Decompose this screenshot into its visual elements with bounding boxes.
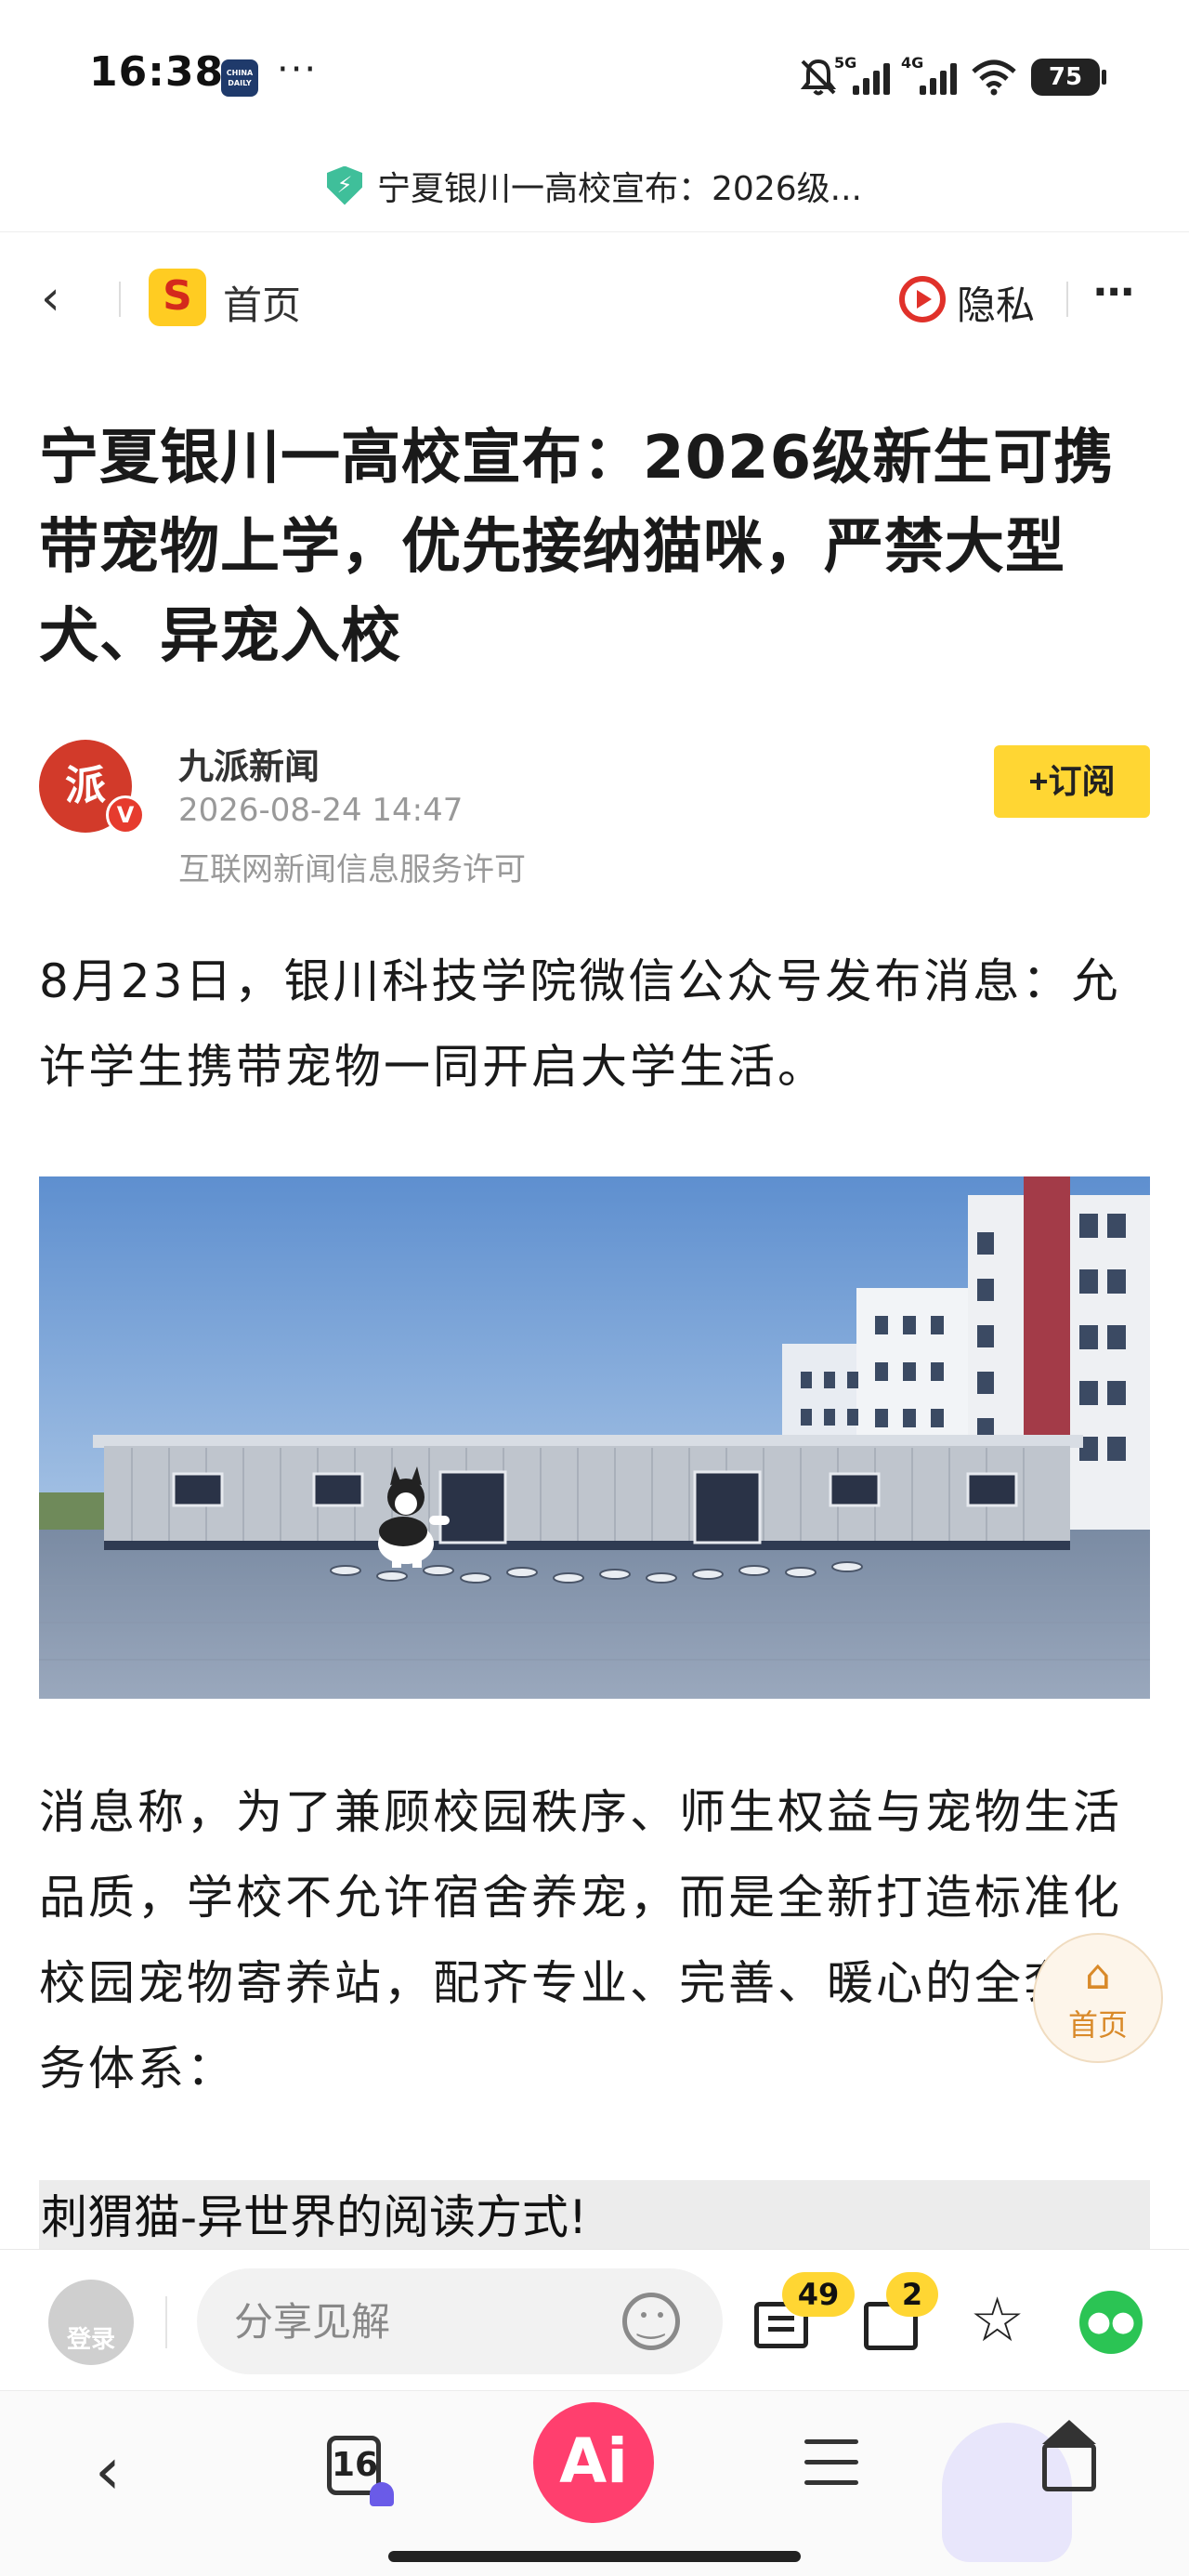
back-chevron-icon[interactable]: ‹ [41, 270, 60, 326]
subscribe-button[interactable]: +订阅 [994, 745, 1150, 818]
promo-banner[interactable]: 刺猬猫-异世界的阅读方式! [39, 2180, 1150, 2254]
home-icon: ⌂ [1085, 1952, 1111, 1999]
address-bar-title[interactable]: 宁夏银川一高校宣布：2026级... [377, 162, 862, 210]
more-menu-icon[interactable]: ··· [1092, 269, 1135, 316]
star-icon[interactable]: ☆ [970, 2283, 1025, 2358]
home-icon[interactable] [1042, 2420, 1096, 2491]
site-nav-bar: ‹ S 首页 隐私 ··· [0, 237, 1189, 358]
like-count-badge: 2 [886, 2272, 938, 2317]
campus-pet-station-illustration [39, 1176, 1150, 1699]
divider [119, 282, 121, 317]
wifi-icon [972, 59, 1016, 96]
signal-5g-icon: 5G [834, 54, 890, 95]
signal-5g-label: 5G [834, 54, 857, 72]
china-daily-app-icon: CHINA DAILY [221, 59, 258, 97]
address-bar[interactable]: ⚡ 宁夏银川一高校宣布：2026级... [0, 139, 1189, 232]
floating-home-button[interactable]: ⌂ 首页 [1033, 1933, 1163, 2063]
wechat-share-icon[interactable]: ●● [1079, 2291, 1143, 2354]
battery-indicator: 75 [1031, 59, 1106, 96]
divider [1066, 282, 1068, 317]
secure-shield-icon: ⚡ [327, 165, 363, 205]
author-name[interactable]: 九派新闻 [178, 738, 320, 789]
status-time: 16:38 [89, 48, 225, 96]
signal-4g-label: 4G [901, 54, 924, 72]
license-text: 互联网新闻信息服务许可 [178, 851, 526, 888]
article-title: 宁夏银川一高校宣布：2026级新生可携带宠物上学，优先接纳猫咪，严禁大型犬、异宠… [39, 424, 1115, 671]
back-icon[interactable]: ‹ [95, 2434, 121, 2508]
comment-bar: 登录 49 2 ☆ ●● [0, 2249, 1189, 2388]
verified-badge-icon: V [106, 795, 145, 835]
nav-privacy-link[interactable]: 隐私 [957, 274, 1035, 331]
gesture-bar[interactable] [388, 2551, 801, 2562]
signal-4g-icon: 4G [901, 54, 957, 95]
article-paragraph: 消息称，为了兼顾校园秩序、师生权益与宠物生活品质，学校不允许宿舍养宠，而是全新打… [39, 1785, 1122, 2096]
login-avatar[interactable]: 登录 [48, 2280, 134, 2365]
more-notifications-icon: ··· [277, 48, 319, 91]
bottom-nav: ‹ 16 Ai [0, 2390, 1189, 2576]
status-bar: 16:38 CHINA DAILY ··· 5G 4G 75 [0, 0, 1189, 139]
status-icons: 5G 4G 75 [797, 54, 1106, 100]
ai-assistant-button[interactable]: Ai [533, 2402, 654, 2523]
emoji-icon[interactable] [622, 2293, 680, 2350]
nav-home-link[interactable]: 首页 [223, 274, 301, 331]
article-paragraph: 8月23日，银川科技学院微信公众号发布消息：允许学生携带宠物一同开启大学生活。 [39, 954, 1121, 1094]
privacy-play-icon[interactable] [899, 276, 946, 322]
ghost-icon [370, 2482, 394, 2506]
publish-time: 2026-08-24 14:47 [178, 792, 464, 829]
floating-home-label: 首页 [1067, 2007, 1128, 2043]
divider [165, 2296, 167, 2348]
article-image[interactable] [39, 1176, 1150, 1699]
comment-count-badge: 49 [782, 2272, 855, 2317]
sohu-logo-icon[interactable]: S [149, 269, 206, 326]
menu-icon[interactable] [804, 2439, 858, 2490]
